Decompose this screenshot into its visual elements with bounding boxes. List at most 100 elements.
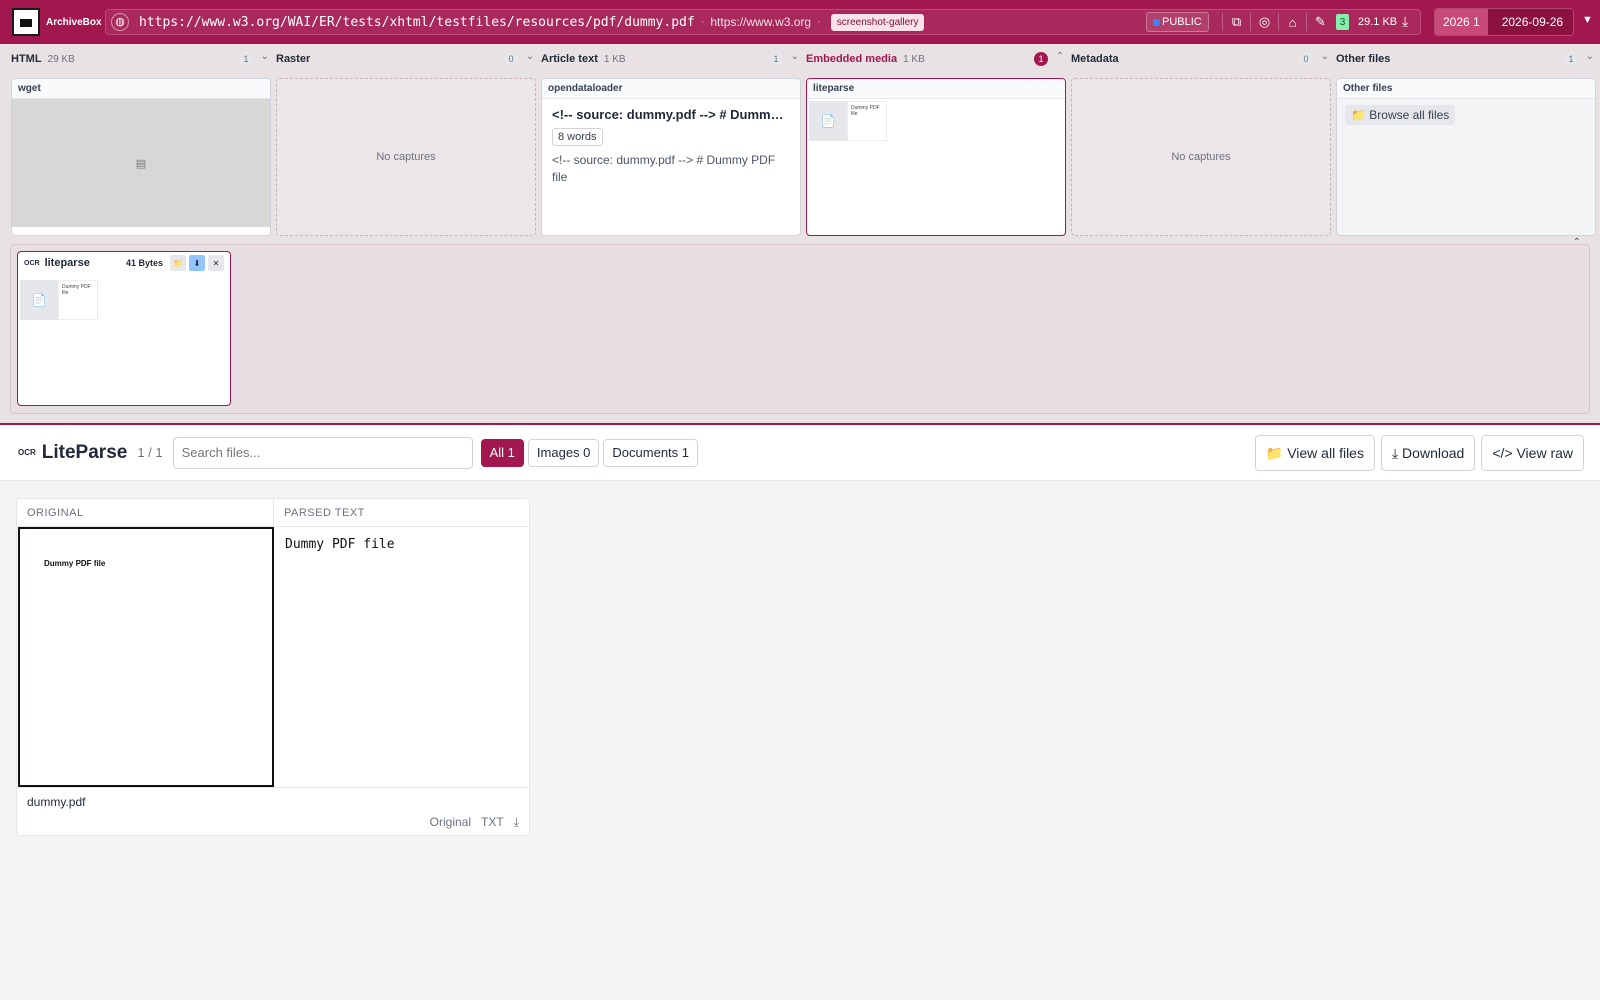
liteparse-detail-card[interactable]: OCR liteparse 41 Bytes 📁 ⬇ ✕ 📄 Dummy PDF… [17, 251, 231, 406]
card-title: Other files [1337, 79, 1595, 99]
view-all-files-button[interactable]: 📁 View all files [1254, 435, 1375, 471]
column-header[interactable]: Raster 0 ⌄ [276, 48, 536, 70]
filter-documents-button[interactable]: Documents 1 [603, 438, 698, 467]
column-header[interactable]: Embedded media 1 KB 1 ⌃ [806, 48, 1066, 70]
toolbar-icons: ⧉ ◎ ⌂ ✎ [1222, 13, 1334, 31]
parsed-text: Dummy PDF file [285, 537, 395, 552]
close-icon[interactable]: ✕ [208, 255, 224, 271]
archive-icon[interactable]: ⌂ [1278, 13, 1306, 31]
empty-text: No captures [376, 151, 436, 163]
file-thumbnail[interactable]: 📄 Dummy PDF file [809, 101, 889, 141]
archivebox-logo-icon [12, 8, 40, 36]
word-count-badge: 8 words [552, 128, 603, 146]
menu-caret-icon[interactable]: ▼ [1582, 14, 1593, 26]
folder-icon: 📁 [1351, 108, 1370, 122]
column-count: 1 [1034, 52, 1048, 66]
empty-text: No captures [1171, 151, 1231, 163]
column-size: 1 KB [603, 53, 626, 65]
column-name: Article text [541, 53, 598, 65]
app-name: ArchiveBox [46, 16, 102, 28]
url-separator: · [817, 16, 821, 28]
ocr-icon: OCR [24, 259, 40, 267]
original-column-header: ORIGINAL [17, 499, 274, 527]
column-name: Other files [1336, 53, 1391, 65]
capture-card-liteparse[interactable]: liteparse 📄 Dummy PDF file [806, 78, 1066, 236]
empty-capture-card: No captures [276, 78, 536, 236]
column-count: 1 [1564, 52, 1578, 66]
filter-all-button[interactable]: All 1 [480, 438, 524, 467]
archivebox-logo[interactable]: ArchiveBox [12, 8, 102, 36]
article-title: <!-- source: dummy.pdf --> # Dummy PDF f… [552, 107, 800, 122]
column-other-files: Other files 1 ⌄ Other files 📁 Browse all… [1336, 48, 1596, 236]
copy-icon[interactable]: ⧉ [1222, 13, 1250, 31]
column-count: 1 [239, 52, 253, 66]
filter-images-button[interactable]: Images 0 [527, 438, 600, 467]
column-header[interactable]: Other files 1 ⌄ [1336, 48, 1596, 70]
card-title: wget [12, 79, 270, 99]
chevron-up-icon[interactable]: ⌃ [1056, 51, 1064, 62]
file-thumbnail[interactable]: 📄 Dummy PDF file [20, 280, 100, 320]
download-icon[interactable]: ⬇ [189, 255, 205, 271]
column-size: 29 KB [47, 53, 75, 65]
chevron-down-icon[interactable]: ⌄ [526, 51, 534, 62]
chevron-down-icon[interactable]: ⌄ [791, 51, 799, 62]
capture-detail-panel: ⌃ OCR liteparse 41 Bytes 📁 ⬇ ✕ 📄 Dummy P… [10, 237, 1590, 414]
browse-all-files-button[interactable]: 📁 Browse all files [1345, 105, 1456, 125]
chevron-down-icon[interactable]: ⌄ [1321, 51, 1329, 62]
capture-card-opendataloader[interactable]: opendataloader <!-- source: dummy.pdf --… [541, 78, 801, 236]
column-raster: Raster 0 ⌄ No captures [276, 48, 536, 236]
original-document-text: Dummy PDF file [44, 559, 106, 568]
chevron-down-icon[interactable]: ⌄ [261, 51, 269, 62]
tag-badge[interactable]: screenshot-gallery [830, 13, 925, 31]
public-icon [1153, 18, 1160, 26]
folder-icon[interactable]: 📁 [170, 255, 186, 271]
file-links: Original TXT ⤓ [420, 815, 519, 830]
column-size: 1 KB [903, 53, 925, 65]
file-count: 1 / 1 [137, 445, 163, 460]
browse-label: Browse all files [1369, 108, 1450, 122]
column-name: Raster [276, 53, 311, 65]
empty-capture-card: No captures [1071, 78, 1331, 236]
liteparse-toolbar: OCR LiteParse 1 / 1 All 1 Images 0 Docum… [0, 425, 1600, 481]
detail-size: 41 Bytes [125, 258, 163, 268]
download-button[interactable]: ⤓ Download [1380, 435, 1476, 471]
globe-icon[interactable]: ◍ [111, 13, 129, 31]
original-link[interactable]: Original [430, 815, 471, 830]
download-icon[interactable]: ⤓ [514, 815, 519, 830]
snapshot-date-selector[interactable]: 2026 1 2026-09-26 [1434, 8, 1575, 36]
original-document-preview[interactable]: Dummy PDF file [18, 527, 274, 787]
search-input[interactable] [172, 436, 473, 469]
file-name: dummy.pdf [27, 795, 86, 809]
visibility-label: PUBLIC [1162, 16, 1202, 28]
chevron-down-icon[interactable]: ⌄ [1586, 51, 1594, 62]
column-header[interactable]: Article text 1 KB 1 ⌄ [541, 48, 801, 70]
view-raw-button[interactable]: </> View raw [1481, 435, 1584, 471]
column-name: Embedded media [806, 53, 898, 65]
total-size: 29.1 KB [1358, 16, 1398, 28]
file-viewer-card: ORIGINAL PARSED TEXT Dummy PDF file Dumm… [16, 498, 530, 836]
snapshot-url[interactable]: https://www.w3.org/WAI/ER/tests/xhtml/te… [139, 15, 695, 30]
article-preview: <!-- source: dummy.pdf --> # Dummy PDF f… [552, 153, 776, 184]
column-header[interactable]: Metadata 0 ⌄ [1071, 48, 1331, 70]
column-count: 1 [769, 52, 783, 66]
parsed-text-column-header: PARSED TEXT [274, 499, 529, 527]
visibility-badge[interactable]: PUBLIC [1146, 12, 1209, 32]
globe-link-icon[interactable]: ◎ [1250, 13, 1278, 31]
file-icon: 📄 [809, 101, 847, 141]
snapshot-count-badge: 3 [1336, 14, 1349, 30]
snapshot-date[interactable]: 2026-09-26 [1487, 9, 1574, 35]
capture-card-wget[interactable]: wget ▤ [11, 78, 271, 236]
viewer-divider [17, 787, 529, 788]
edit-pencil-icon[interactable]: ✎ [1306, 13, 1334, 31]
column-header[interactable]: HTML 29 KB 1 ⌄ [11, 48, 271, 70]
year-selector[interactable]: 2026 1 [1435, 9, 1488, 35]
download-icon[interactable]: ⤓ [1402, 13, 1408, 30]
url-separator: · [700, 16, 705, 28]
txt-link[interactable]: TXT [481, 815, 504, 830]
snapshot-domain[interactable]: https://www.w3.org [710, 15, 811, 29]
liteparse-actions: 📁 View all files ⤓ Download </> View raw [1249, 435, 1584, 471]
url-bar: ◍ https://www.w3.org/WAI/ER/tests/xhtml/… [105, 9, 1421, 35]
card-title: opendataloader [542, 79, 800, 99]
column-count: 0 [504, 52, 518, 66]
chevron-up-icon[interactable]: ⌃ [1573, 237, 1581, 248]
